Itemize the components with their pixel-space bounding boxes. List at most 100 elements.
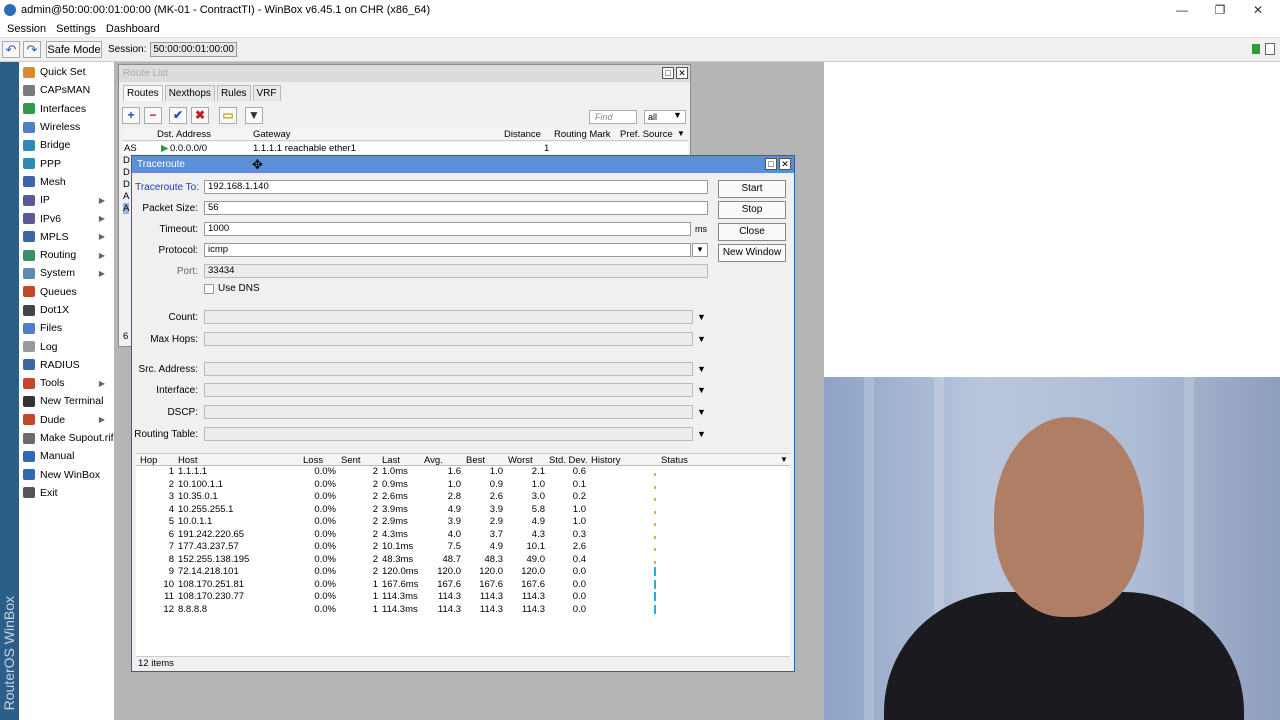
filter-select-arrow-icon[interactable]: ▼ — [673, 110, 682, 120]
find-input[interactable]: Find — [589, 110, 637, 124]
stop-button[interactable]: Stop — [718, 201, 786, 219]
interface-input[interactable] — [204, 383, 693, 397]
close-button[interactable]: Close — [718, 223, 786, 241]
use-dns-checkbox[interactable] — [204, 284, 214, 294]
comment-icon[interactable]: ▭ — [219, 107, 237, 124]
sidebar-item-mpls[interactable]: MPLS ▶ — [19, 228, 114, 246]
protocol-dropdown-icon[interactable]: ▼ — [692, 243, 708, 257]
sidebar-item-ip[interactable]: IP ▶ — [19, 191, 114, 209]
new-window-button[interactable]: New Window — [718, 244, 786, 262]
table-row[interactable]: 8 152.255.138.195 0.0% 2 48.3ms 48.7 48.3 49.0 0… — [136, 554, 790, 567]
sidebar-item-mesh[interactable]: Mesh — [19, 173, 114, 191]
protocol-select[interactable]: icmp — [204, 243, 691, 257]
tab-vrf[interactable]: VRF — [252, 85, 281, 101]
restore-button[interactable]: ❐ — [1200, 0, 1240, 20]
sidebar-item-files[interactable]: Files — [19, 319, 114, 337]
redo-button[interactable]: ↷ — [23, 41, 41, 58]
menu-dashboard[interactable]: Dashboard — [106, 23, 160, 35]
sidebar-item-ppp[interactable]: PPP — [19, 154, 114, 172]
table-row[interactable]: 1 1.1.1.1 0.0% 2 1.0ms 1.6 1.0 2.1 0.6 — [136, 466, 790, 479]
sidebar-item-manual[interactable]: Manual — [19, 447, 114, 465]
maximize-icon[interactable]: □ — [765, 158, 777, 170]
max-hops-input[interactable] — [204, 332, 693, 346]
enable-icon[interactable]: ✔ — [169, 107, 187, 124]
table-row[interactable]: 10 108.170.251.81 0.0% 1 167.6ms 167.6 167.6 16… — [136, 579, 790, 592]
table-row[interactable]: 4 10.255.255.1 0.0% 2 3.9ms 4.9 3.9 5.8 1.0 — [136, 504, 790, 517]
sidebar-item-dot1x[interactable]: Dot1X — [19, 301, 114, 319]
tab-rules[interactable]: Rules — [216, 85, 251, 101]
timeout-input[interactable]: 1000 — [204, 222, 691, 236]
table-row[interactable]: 3 10.35.0.1 0.0% 2 2.6ms 2.8 2.6 3.0 0.2 — [136, 491, 790, 504]
col-loss[interactable]: Loss — [303, 455, 323, 466]
col-history[interactable]: History — [591, 455, 621, 466]
col-sent[interactable]: Sent — [341, 455, 361, 466]
col-pref-source[interactable]: Pref. Source — [620, 129, 673, 140]
src-address-input[interactable] — [204, 362, 693, 376]
col-hop[interactable]: Hop — [140, 455, 157, 466]
traceroute-to-input[interactable]: 192.168.1.140 — [204, 180, 708, 194]
count-input[interactable] — [204, 310, 693, 324]
src-address-expand-icon[interactable]: ▼ — [697, 364, 706, 374]
add-icon[interactable]: + — [122, 107, 140, 124]
sidebar-item-dude[interactable]: Dude ▶ — [19, 411, 114, 429]
table-row[interactable]: 12 8.8.8.8 0.0% 1 114.3ms 114.3 114.3 114.3 0.0 — [136, 604, 790, 617]
sidebar-item-queues[interactable]: Queues — [19, 283, 114, 301]
col-gateway[interactable]: Gateway — [253, 129, 291, 140]
minimize-button[interactable]: — — [1162, 0, 1202, 20]
interface-expand-icon[interactable]: ▼ — [697, 385, 706, 395]
routing-table-input[interactable] — [204, 427, 693, 441]
col-status[interactable]: Status — [661, 455, 688, 466]
col-avg[interactable]: Avg. — [424, 455, 443, 466]
filter-icon[interactable]: ▼ — [245, 107, 263, 124]
close-icon[interactable]: ✕ — [676, 67, 688, 79]
sidebar-item-ipv6[interactable]: IPv6 ▶ — [19, 209, 114, 227]
column-chooser-icon[interactable]: ▼ — [780, 455, 788, 464]
traceroute-titlebar[interactable]: Traceroute □ ✕ ✥ — [132, 156, 794, 173]
col-last[interactable]: Last — [382, 455, 400, 466]
undo-button[interactable]: ↶ — [2, 41, 20, 58]
col-dst-address[interactable]: Dst. Address — [157, 129, 211, 140]
table-row[interactable]: 7 177.43.237.57 0.0% 2 10.1ms 7.5 4.9 10.1 2.6 — [136, 541, 790, 554]
close-window-button[interactable]: ✕ — [1238, 0, 1278, 20]
sidebar-item-routing[interactable]: Routing ▶ — [19, 246, 114, 264]
disable-icon[interactable]: ✖ — [191, 107, 209, 124]
table-row[interactable]: 6 191.242.220.65 0.0% 2 4.3ms 4.0 3.7 4.3 0.3 — [136, 529, 790, 542]
sidebar-item-make-supout-rif[interactable]: Make Supout.rif — [19, 429, 114, 447]
sidebar-item-bridge[interactable]: Bridge — [19, 136, 114, 154]
menu-session[interactable]: Session — [7, 23, 46, 35]
route-row[interactable]: AS ▶ 0.0.0.0/0 1.1.1.1 reachable ether1 … — [123, 142, 688, 154]
route-list-titlebar[interactable]: Route List □ ✕ — [119, 65, 690, 82]
menu-settings[interactable]: Settings — [56, 23, 96, 35]
packet-size-input[interactable]: 56 — [204, 201, 708, 215]
col-host[interactable]: Host — [178, 455, 198, 466]
sidebar-item-new-winbox[interactable]: New WinBox — [19, 466, 114, 484]
dscp-expand-icon[interactable]: ▼ — [697, 407, 706, 417]
tab-nexthops[interactable]: Nexthops — [164, 85, 215, 101]
table-row[interactable]: 9 72.14.218.101 0.0% 2 120.0ms 120.0 120.0 120.… — [136, 566, 790, 579]
col-best[interactable]: Best — [466, 455, 485, 466]
count-expand-icon[interactable]: ▼ — [697, 312, 706, 322]
close-icon[interactable]: ✕ — [779, 158, 791, 170]
remove-icon[interactable]: − — [144, 107, 162, 124]
safe-mode-button[interactable]: Safe Mode — [46, 41, 102, 58]
sidebar-item-new-terminal[interactable]: New Terminal — [19, 392, 114, 410]
port-input[interactable]: 33434 — [204, 264, 708, 278]
column-chooser-icon[interactable]: ▼ — [677, 129, 685, 138]
sidebar-item-tools[interactable]: Tools ▶ — [19, 374, 114, 392]
start-button[interactable]: Start — [718, 180, 786, 198]
sidebar-item-quick-set[interactable]: Quick Set — [19, 63, 114, 81]
col-routing-mark[interactable]: Routing Mark — [554, 129, 611, 140]
sidebar-item-system[interactable]: System ▶ — [19, 264, 114, 282]
sidebar-item-interfaces[interactable]: Interfaces — [19, 100, 114, 118]
sidebar-item-exit[interactable]: Exit — [19, 484, 114, 502]
sidebar-item-radius[interactable]: RADIUS — [19, 356, 114, 374]
table-row[interactable]: 2 10.100.1.1 0.0% 2 0.9ms 1.0 0.9 1.0 0.1 — [136, 479, 790, 492]
sidebar-item-log[interactable]: Log — [19, 337, 114, 355]
max-hops-expand-icon[interactable]: ▼ — [697, 334, 706, 344]
maximize-icon[interactable]: □ — [662, 67, 674, 79]
dscp-input[interactable] — [204, 405, 693, 419]
col-distance[interactable]: Distance — [504, 129, 541, 140]
tab-routes[interactable]: Routes — [123, 85, 163, 101]
sidebar-item-wireless[interactable]: Wireless — [19, 118, 114, 136]
table-row[interactable]: 5 10.0.1.1 0.0% 2 2.9ms 3.9 2.9 4.9 1.0 — [136, 516, 790, 529]
